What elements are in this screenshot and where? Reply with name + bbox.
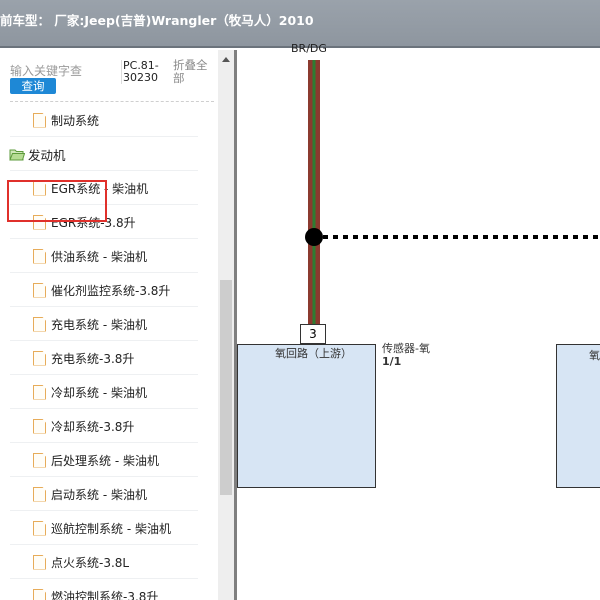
- tree-item[interactable]: 燃油控制系统-3.8升: [0, 579, 218, 600]
- tree-item[interactable]: 充电系统 - 柴油机: [0, 307, 218, 341]
- search-button[interactable]: 查询: [10, 78, 56, 94]
- scroll-thumb[interactable]: [220, 280, 232, 495]
- tree-item-label: 制动系统: [51, 113, 100, 128]
- tree-item[interactable]: 催化剂监控系统-3.8升: [0, 273, 218, 307]
- sensor-name: 传感器-氧: [382, 342, 430, 355]
- system-tree: 制动系统 发动机 EGR系统 - 柴油机 EGR系统-3.8升 供油系统 - 柴…: [0, 103, 218, 600]
- tree-item[interactable]: 充电系统-3.8升: [0, 341, 218, 375]
- tree-scrollbar[interactable]: [218, 50, 234, 600]
- search-area: 查询: [10, 60, 116, 94]
- open-folder-icon: [9, 149, 25, 160]
- document-icon: [33, 112, 46, 128]
- tree-item-label: 供油系统 - 柴油机: [51, 249, 147, 264]
- oxygen-circuit-box: [237, 344, 376, 488]
- document-icon: [33, 554, 46, 570]
- document-icon: [33, 282, 46, 298]
- tree-item-label: 冷却系统-3.8升: [51, 419, 135, 434]
- document-icon: [33, 520, 46, 536]
- box-label: 氧回路（上游）: [275, 347, 352, 360]
- tree-item[interactable]: 启动系统 - 柴油机: [0, 477, 218, 511]
- divider: [10, 101, 214, 102]
- document-icon: [33, 248, 46, 264]
- tree-item[interactable]: 供油系统 - 柴油机: [0, 239, 218, 273]
- wiring-diagram: BR/DG 3 氧回路（上游） 传感器-氧 1/1 氧: [234, 42, 600, 600]
- collapse-all-button[interactable]: 折叠全部: [173, 59, 215, 85]
- tree-item[interactable]: 制动系统: [0, 103, 218, 137]
- tree-item-label: 启动系统 - 柴油机: [51, 487, 147, 502]
- tree-item-label: 燃油控制系统-3.8升: [51, 589, 159, 600]
- document-icon: [33, 486, 46, 502]
- document-code: PC.81-30230: [121, 60, 169, 84]
- tree-item[interactable]: 冷却系统-3.8升: [0, 409, 218, 443]
- document-icon: [33, 350, 46, 366]
- wire-green-stripe: [312, 60, 316, 326]
- scroll-up-arrow-icon[interactable]: [222, 57, 230, 62]
- tree-folder-label: 发动机: [28, 147, 66, 163]
- document-icon: [33, 384, 46, 400]
- document-icon: [33, 418, 46, 434]
- tree-item[interactable]: 冷却系统 - 柴油机: [0, 375, 218, 409]
- sensor-number: 1/1: [382, 355, 402, 368]
- diagram-lines: [305, 60, 600, 326]
- wire-code: BR/DG: [291, 42, 327, 55]
- sensor-label: 传感器-氧 1/1: [382, 342, 452, 368]
- tree-folder-engine[interactable]: 发动机: [0, 137, 218, 171]
- tree-item-label: 点火系统-3.8L: [51, 555, 130, 570]
- right-box-label: 氧: [589, 349, 600, 362]
- tree-item-label: 催化剂监控系统-3.8升: [51, 283, 171, 298]
- document-icon: [33, 452, 46, 468]
- vehicle-title: 前车型： 厂家:Jeep(吉普)Wrangler（牧马人）2010: [0, 13, 314, 28]
- title-bar: 前车型： 厂家:Jeep(吉普)Wrangler（牧马人）2010: [0, 0, 600, 48]
- pin-number: 3: [300, 324, 326, 344]
- tree-item-label: 充电系统 - 柴油机: [51, 317, 147, 332]
- tree-item-label: 冷却系统 - 柴油机: [51, 385, 147, 400]
- tree-item-label: 巡航控制系统 - 柴油机: [51, 521, 171, 536]
- tree-item[interactable]: 后处理系统 - 柴油机: [0, 443, 218, 477]
- tree-item-label: 充电系统-3.8升: [51, 351, 135, 366]
- left-panel: 查询 PC.81-30230 折叠全部 制动系统 发动机 EGR系统 - 柴油机…: [0, 50, 218, 600]
- tree-item[interactable]: 点火系统-3.8L: [0, 545, 218, 579]
- selection-highlight: [7, 180, 107, 222]
- document-icon: [33, 588, 46, 600]
- tree-item[interactable]: 巡航控制系统 - 柴油机: [0, 511, 218, 545]
- second-sensor-box: [556, 344, 600, 488]
- document-icon: [33, 316, 46, 332]
- splice-dot: [305, 228, 323, 246]
- tree-item-label: 后处理系统 - 柴油机: [51, 453, 159, 468]
